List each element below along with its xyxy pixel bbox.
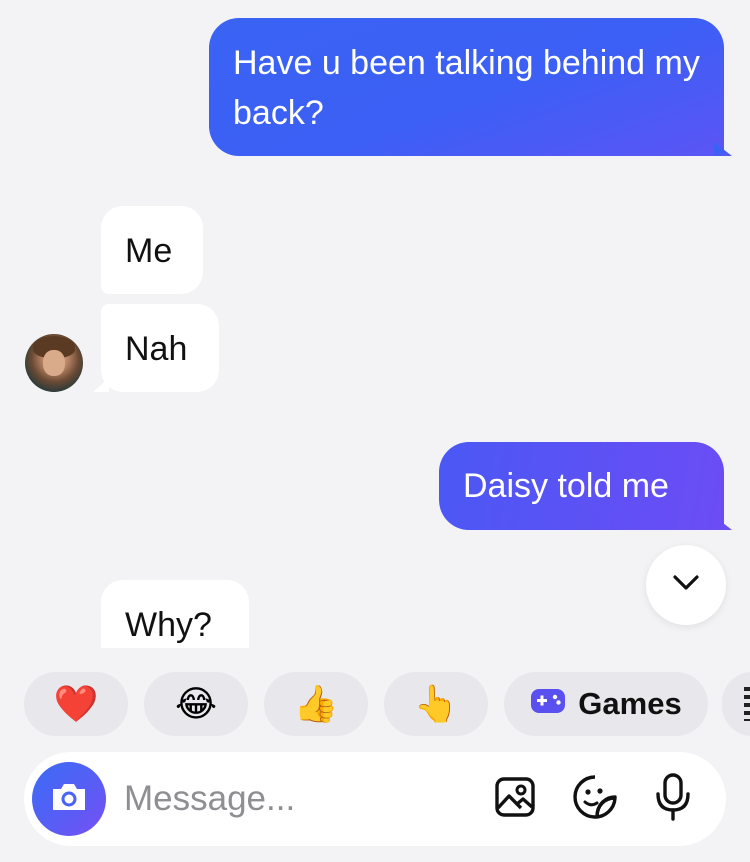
message-text: Daisy told me bbox=[463, 467, 669, 505]
gallery-button[interactable] bbox=[490, 774, 540, 824]
sent-message-bubble[interactable]: Have u been talking behind my back? bbox=[209, 18, 732, 156]
thumbs-up-emoji-icon: 👍 bbox=[293, 684, 339, 725]
received-message-bubble[interactable]: Me bbox=[101, 206, 203, 294]
games-button[interactable]: Games bbox=[504, 672, 708, 736]
voice-button[interactable] bbox=[648, 772, 698, 827]
bubble-tail bbox=[714, 142, 732, 156]
camera-button[interactable] bbox=[32, 762, 106, 836]
quick-reaction-point[interactable]: 👆 bbox=[384, 672, 488, 736]
message-text: Have u been talking behind my back? bbox=[233, 44, 700, 132]
scroll-to-bottom-button[interactable] bbox=[646, 545, 726, 625]
quick-reaction-more[interactable] bbox=[722, 672, 750, 736]
message-input[interactable]: Message... bbox=[124, 776, 295, 822]
received-message-bubble[interactable]: Why? bbox=[101, 580, 249, 648]
message-thread[interactable]: Have u been talking behind my back? Me N… bbox=[0, 0, 750, 648]
message-composer: Message... bbox=[24, 752, 726, 846]
received-message-bubble[interactable]: Nah bbox=[93, 304, 219, 392]
message-text: Nah bbox=[125, 330, 188, 368]
tears-of-joy-emoji-icon: 😂 bbox=[174, 683, 218, 725]
sticker-button[interactable] bbox=[570, 774, 620, 824]
avatar[interactable] bbox=[25, 334, 83, 392]
gamepad-icon bbox=[530, 683, 566, 725]
sticker-icon bbox=[571, 773, 619, 826]
quick-reaction-thumbs-up[interactable]: 👍 bbox=[264, 672, 368, 736]
sent-message-bubble[interactable]: Daisy told me bbox=[439, 442, 732, 530]
message-text: Me bbox=[125, 232, 173, 270]
chevron-down-icon bbox=[673, 574, 699, 596]
heart-emoji-icon: ❤️ bbox=[53, 684, 99, 725]
microphone-icon bbox=[653, 772, 693, 827]
quick-reaction-heart[interactable]: ❤️ bbox=[24, 672, 128, 736]
image-icon bbox=[493, 775, 537, 824]
bubble-tail bbox=[93, 378, 109, 392]
message-text: Why? bbox=[125, 606, 212, 644]
more-icon bbox=[744, 687, 750, 721]
camera-icon bbox=[49, 780, 89, 819]
pointing-up-emoji-icon: 👆 bbox=[413, 684, 459, 725]
bubble-tail bbox=[714, 516, 732, 530]
quick-reaction-laugh[interactable]: 😂 bbox=[144, 672, 248, 736]
games-label: Games bbox=[578, 686, 682, 721]
